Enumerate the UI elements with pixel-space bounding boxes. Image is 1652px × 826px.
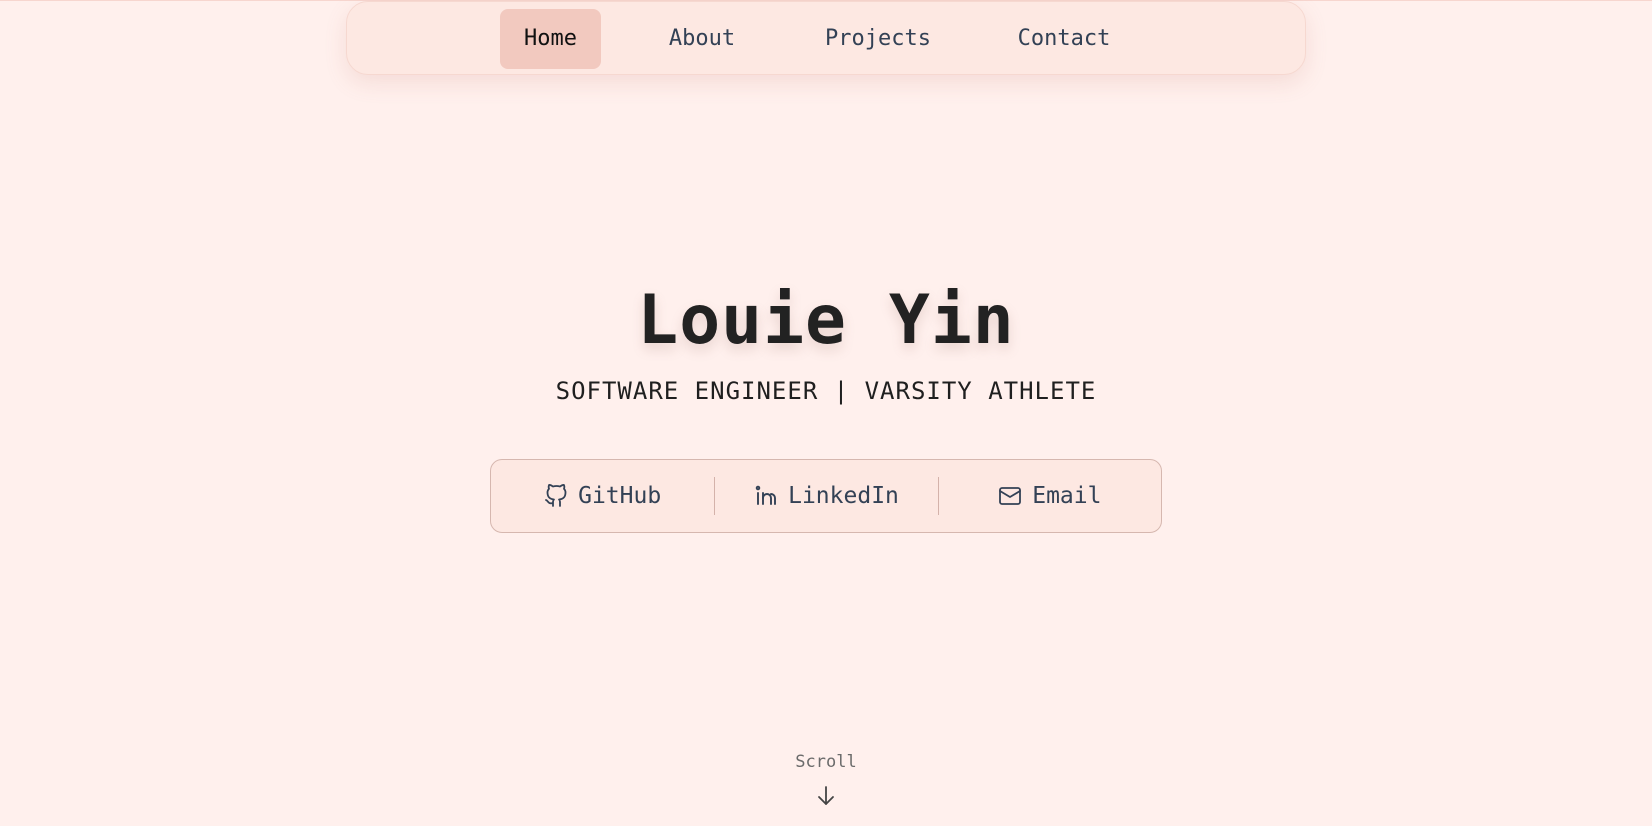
linkedin-link[interactable]: LinkedIn [715,460,937,532]
nav-item-projects[interactable]: Projects [810,9,946,69]
nav-item-contact[interactable]: Contact [999,9,1129,69]
arrow-down-icon[interactable] [815,784,837,808]
social-links-bar: GitHub LinkedIn Email [490,459,1162,533]
linkedin-icon [754,484,778,508]
hero-subtitle: SOFTWARE ENGINEER | VARSITY ATHLETE [555,377,1097,405]
linkedin-link-label: LinkedIn [788,483,899,509]
github-link-label: GitHub [578,483,662,509]
email-link-label: Email [1032,483,1102,509]
hero-name: Louie Yin [637,281,1015,360]
email-link[interactable]: Email [939,460,1161,532]
top-navigation-bar: Home About Projects Contact [346,1,1306,75]
github-icon [544,484,568,508]
nav-item-home[interactable]: Home [500,9,601,69]
github-link[interactable]: GitHub [491,460,714,532]
nav-item-about[interactable]: About [647,9,757,69]
scroll-label: Scroll [795,752,857,772]
mail-icon [998,484,1022,508]
